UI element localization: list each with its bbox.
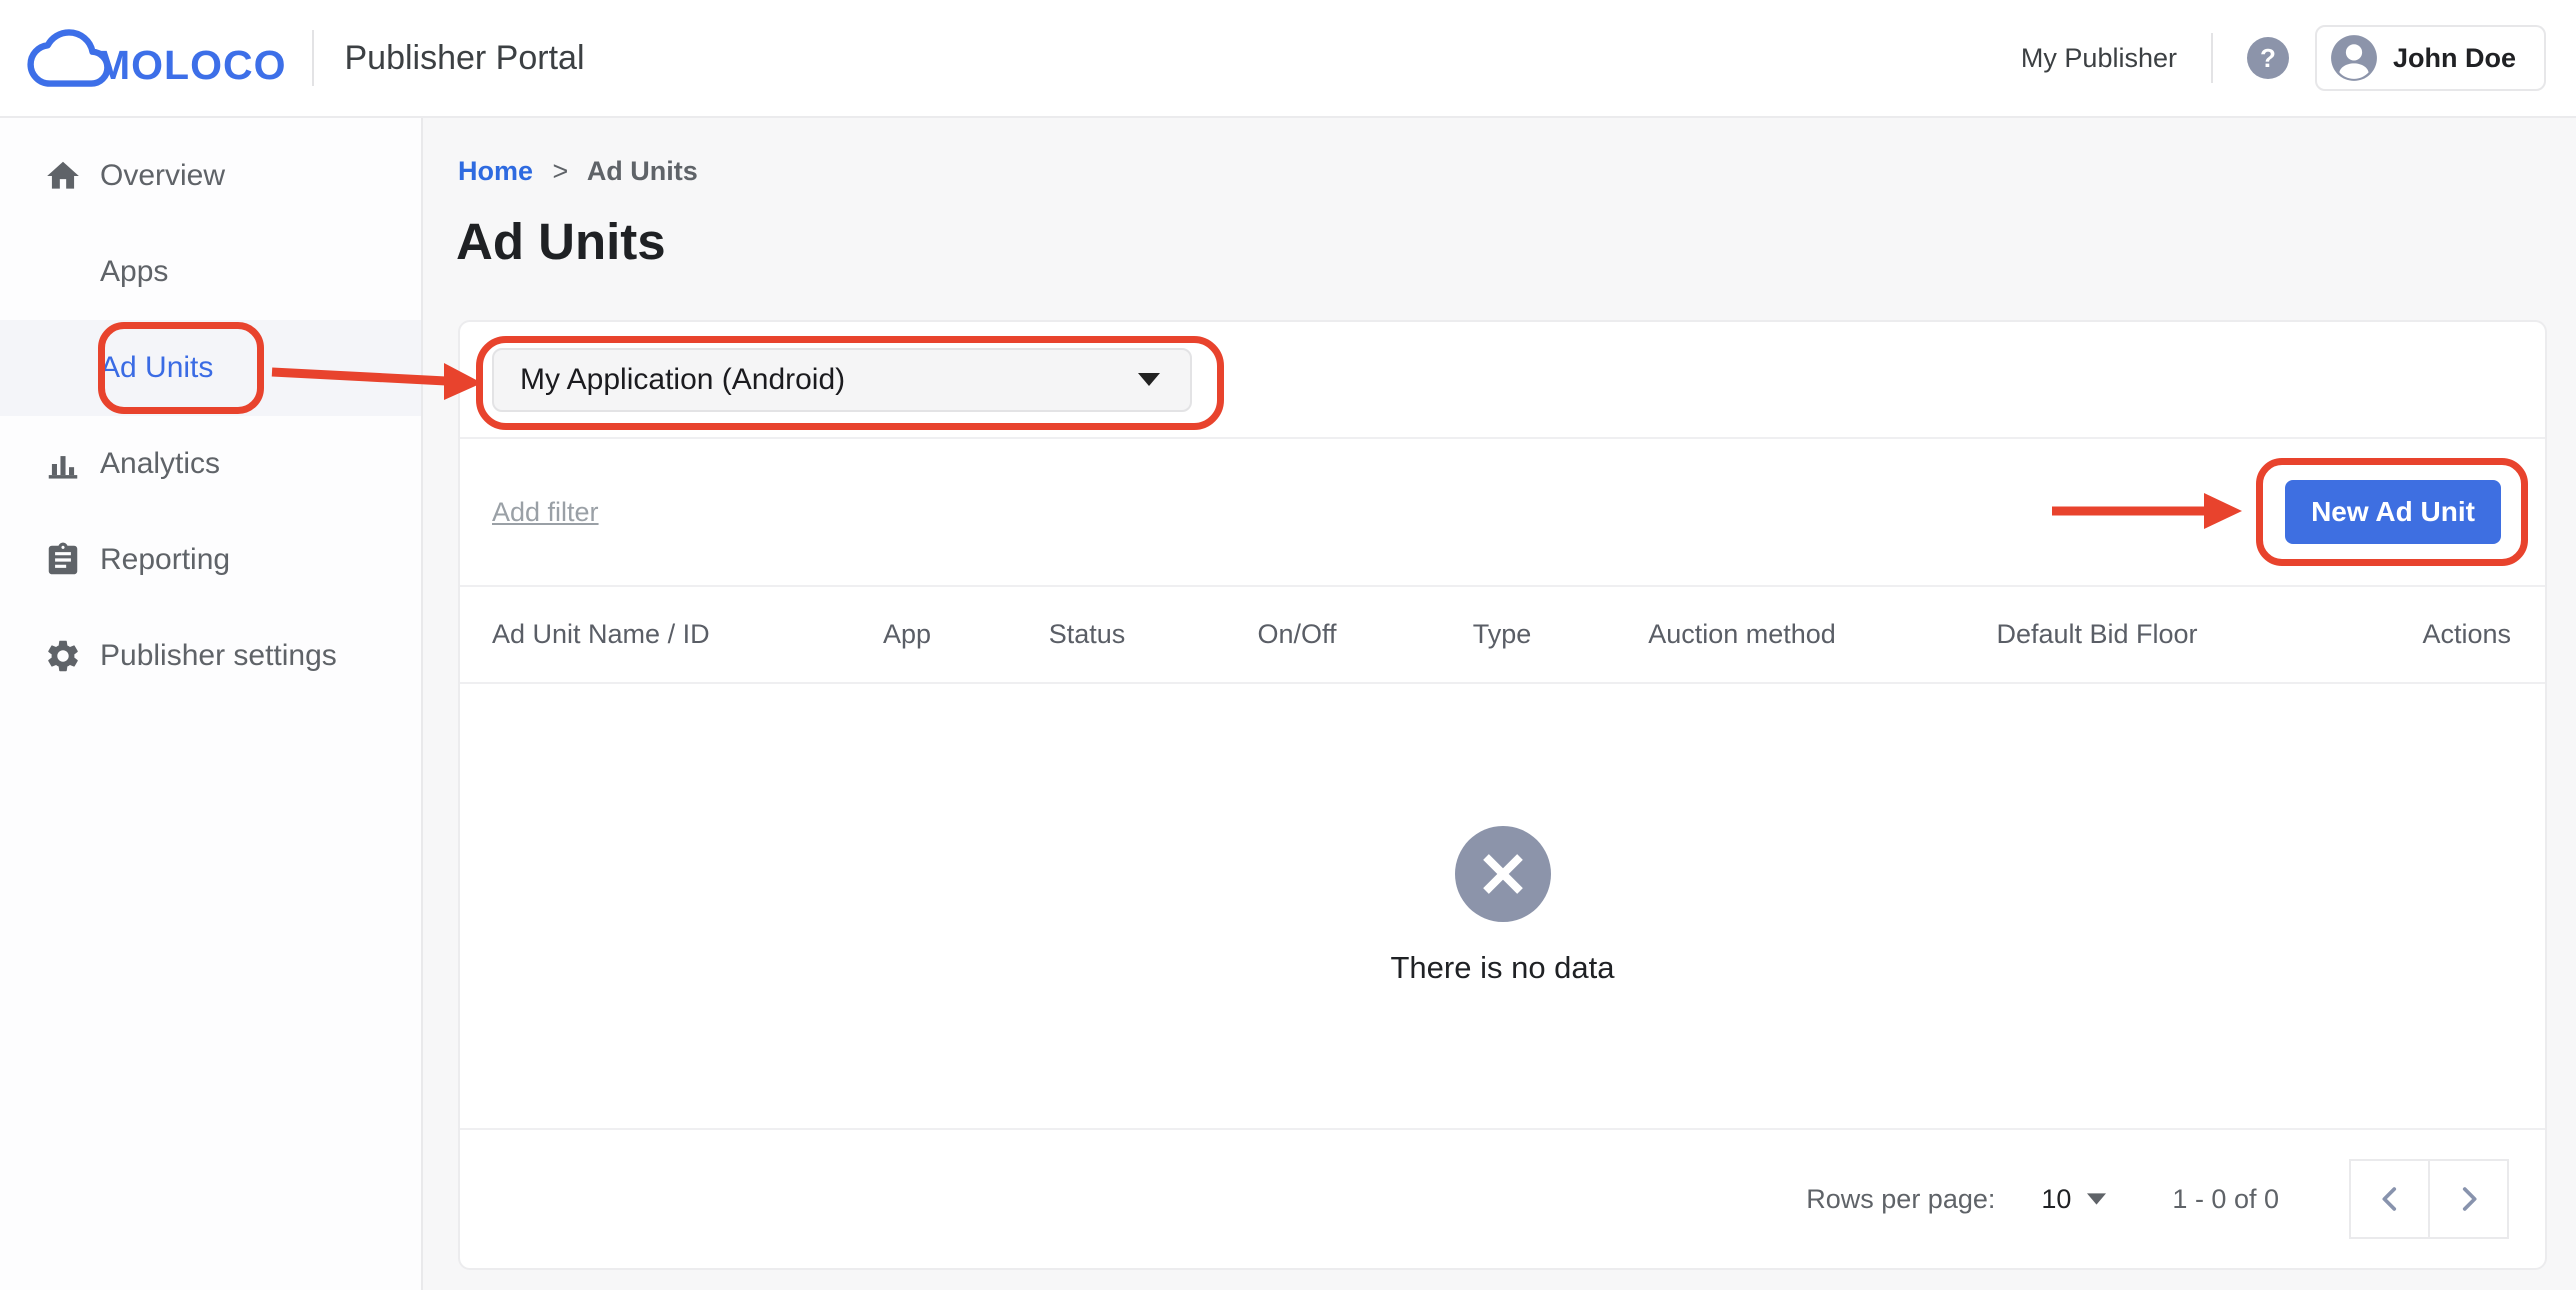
breadcrumb: Home > Ad Units <box>458 156 698 187</box>
app-selector-value: My Application (Android) <box>520 363 845 397</box>
chevron-left-icon <box>2373 1182 2407 1216</box>
chevron-down-icon <box>1138 373 1160 386</box>
sidebar-item-label: Analytics <box>100 447 220 481</box>
sidebar-item-ad-units[interactable]: Ad Units <box>0 320 421 416</box>
sidebar-item-label: Publisher settings <box>100 639 337 673</box>
pagination-range: 1 - 0 of 0 <box>2172 1184 2279 1215</box>
empty-state-text: There is no data <box>1390 950 1614 986</box>
sidebar-item-publisher-settings[interactable]: Publisher settings <box>0 608 421 704</box>
pagination: Rows per page: 10 1 - 0 of 0 <box>460 1130 2545 1268</box>
rows-per-page-value: 10 <box>2041 1184 2071 1215</box>
user-menu-button[interactable]: John Doe <box>2315 25 2546 91</box>
avatar-icon <box>2329 33 2379 83</box>
empty-state: There is no data <box>460 684 2545 1130</box>
breadcrumb-home-link[interactable]: Home <box>458 156 533 186</box>
column-header-actions: Actions <box>2302 619 2511 650</box>
sidebar-item-label: Ad Units <box>100 351 213 385</box>
clipboard-icon <box>44 541 82 579</box>
column-header-ad-unit-name-id: Ad Unit Name / ID <box>492 619 822 650</box>
previous-page-button[interactable] <box>2349 1159 2430 1239</box>
column-header-on-off: On/Off <box>1182 619 1412 650</box>
portal-title: Publisher Portal <box>344 39 584 78</box>
sidebar: Overview Apps Ad Units Analytics Reporti… <box>0 118 423 1290</box>
sidebar-item-label: Apps <box>100 255 168 289</box>
column-header-app: App <box>822 619 992 650</box>
cloud-logo-icon <box>26 26 112 90</box>
column-header-auction-method: Auction method <box>1592 619 1892 650</box>
help-glyph: ? <box>2260 43 2276 74</box>
sidebar-item-overview[interactable]: Overview <box>0 128 421 224</box>
table-header-row: Ad Unit Name / ID App Status On/Off Type… <box>460 587 2545 684</box>
page-title: Ad Units <box>456 212 666 271</box>
header-divider <box>312 30 314 86</box>
sidebar-item-label: Reporting <box>100 543 230 577</box>
add-filter-link[interactable]: Add filter <box>492 497 599 528</box>
gear-icon <box>44 637 82 675</box>
next-page-button[interactable] <box>2428 1159 2509 1239</box>
breadcrumb-current: Ad Units <box>587 156 698 186</box>
sidebar-item-analytics[interactable]: Analytics <box>0 416 421 512</box>
help-icon[interactable]: ? <box>2247 37 2289 79</box>
new-ad-unit-button[interactable]: New Ad Unit <box>2285 480 2501 544</box>
home-icon <box>44 157 82 195</box>
sidebar-item-apps[interactable]: Apps <box>0 224 421 320</box>
app-selector-row: My Application (Android) <box>460 322 2545 439</box>
app-selector[interactable]: My Application (Android) <box>492 348 1192 412</box>
x-icon <box>1480 851 1526 897</box>
chevron-down-icon <box>2087 1193 2106 1205</box>
bar-chart-icon <box>44 445 82 483</box>
column-header-type: Type <box>1412 619 1592 650</box>
app-header: MOLOCO Publisher Portal My Publisher ? J… <box>0 0 2576 118</box>
column-header-status: Status <box>992 619 1182 650</box>
sidebar-item-reporting[interactable]: Reporting <box>0 512 421 608</box>
breadcrumb-separator: > <box>553 156 569 186</box>
publisher-name-label: My Publisher <box>2021 43 2177 74</box>
no-data-icon <box>1455 826 1551 922</box>
column-header-default-bid-floor: Default Bid Floor <box>1892 619 2302 650</box>
moloco-logo[interactable]: MOLOCO <box>26 26 286 90</box>
user-name: John Doe <box>2393 43 2516 74</box>
chevron-right-icon <box>2452 1182 2486 1216</box>
rows-per-page-select[interactable]: 10 <box>2041 1184 2106 1215</box>
ad-units-card: My Application (Android) Add filter New … <box>458 320 2547 1270</box>
header-divider <box>2211 33 2213 83</box>
rows-per-page-label: Rows per page: <box>1806 1184 1995 1215</box>
logo-wordmark: MOLOCO <box>96 42 286 89</box>
filter-row: Add filter New Ad Unit <box>460 439 2545 587</box>
sidebar-item-label: Overview <box>100 159 225 193</box>
